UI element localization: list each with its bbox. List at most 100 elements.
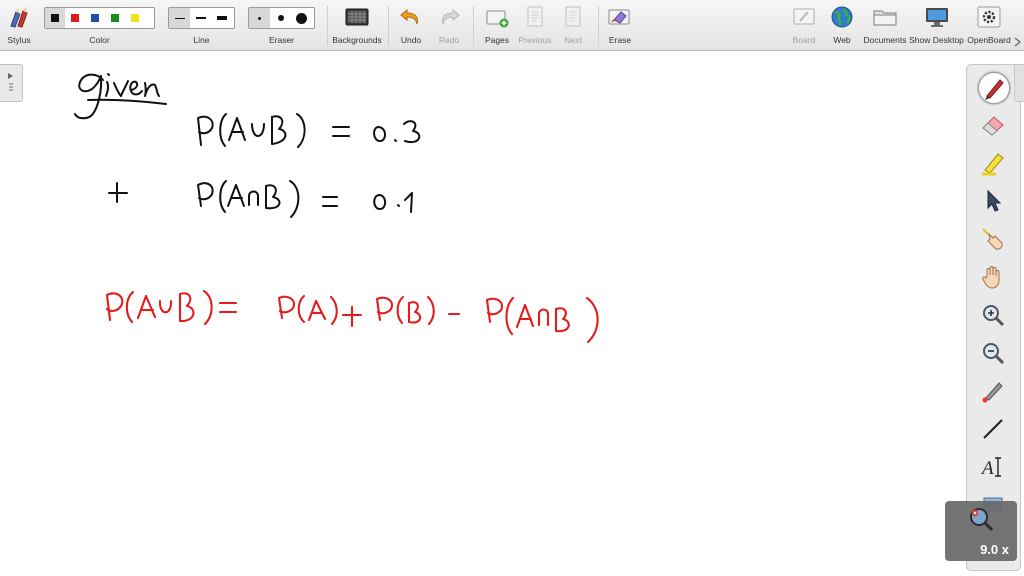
interactor-tool[interactable] [978,224,1008,254]
previous-page-icon [527,6,543,27]
documents-button[interactable]: Documents [862,0,908,50]
undo-label: Undo [400,35,422,45]
whiteboard-canvas[interactable] [0,51,960,576]
pointing-hand-icon [982,228,1003,250]
board-label: Board [792,35,816,45]
stylus-label: Stylus [7,35,31,45]
erase-button[interactable]: Erase [603,0,637,50]
globe-icon [831,6,853,28]
undo-button[interactable]: Undo [395,0,427,50]
line-thin-icon [174,17,185,19]
eraser-group: Eraser [248,0,315,50]
selector-tool[interactable] [978,186,1008,216]
zoom-out-icon [983,343,1005,365]
eraser-size-small[interactable] [249,8,270,28]
eraser-tool[interactable] [978,110,1008,140]
tool-palette: A [966,64,1021,571]
monitor-icon [925,8,948,27]
text-tool[interactable]: A [978,452,1008,482]
redo-label: Redo [438,35,460,45]
stylus-button[interactable]: Stylus [2,0,36,50]
zoom-indicator: 9.0 x [945,501,1017,561]
line-group: Line [168,0,235,50]
documents-label: Documents [863,35,907,45]
highlighter-icon [982,153,1004,176]
stylus-icon [10,7,28,28]
show-desktop-label: Show Desktop [909,35,964,45]
right-panel-handle[interactable] [1014,64,1024,102]
eraser-size-large[interactable] [291,8,312,28]
handwriting-plus [108,182,128,203]
erase-board-icon [608,9,630,25]
top-toolbar: Stylus Color Line Eraser Backgrounds Und… [0,0,1024,51]
color-swatches [44,7,155,29]
eraser-medium-icon [277,15,284,21]
undo-icon [400,8,418,25]
backgrounds-label: Backgrounds [332,35,382,45]
line-width-thin[interactable] [169,8,190,28]
collapse-arrow-icon[interactable] [1013,36,1023,48]
hand-tool[interactable] [978,262,1008,292]
next-page-button[interactable]: Next [555,0,591,50]
swatch-fill-4 [131,14,139,22]
laser-pointer-tool[interactable] [978,376,1008,406]
handwriting-addition-rule [105,289,599,344]
line-width-options [168,7,235,29]
marker-tool[interactable] [978,148,1008,178]
pen-icon [985,79,1004,100]
board-button[interactable]: Board [787,0,821,50]
line-thick-icon [216,16,227,20]
swatch-fill-2 [91,14,99,22]
swatch-fill-0 [51,14,59,22]
show-desktop-button[interactable]: Show Desktop [909,0,964,50]
color-swatch-black[interactable] [45,8,65,28]
color-swatch-blue[interactable] [85,8,105,28]
openboard-label: OpenBoard [967,35,1011,45]
backgrounds-button[interactable]: Backgrounds [330,0,384,50]
color-group: Color [44,0,155,50]
openboard-menu-button[interactable]: OpenBoard [966,0,1012,50]
svg-text:A: A [980,458,994,479]
next-page-icon [565,6,581,27]
swatch-fill-3 [111,14,119,22]
pages-button[interactable]: Pages [479,0,515,50]
web-button[interactable]: Web [825,0,859,50]
eraser-size-medium[interactable] [270,8,291,28]
next-label: Next [564,35,582,45]
toolbar-separator [388,6,389,46]
gear-icon [977,6,1001,28]
line-width-medium[interactable] [190,8,211,28]
color-swatch-yellow[interactable] [125,8,145,28]
zoom-out-tool[interactable] [978,338,1008,368]
eraser-size-options [248,7,315,29]
line-width-thick[interactable] [211,8,232,28]
redo-button[interactable]: Redo [433,0,465,50]
web-label: Web [833,35,851,45]
zoom-in-tool[interactable] [978,300,1008,330]
laser-pointer-icon [982,382,1003,403]
color-swatch-green[interactable] [105,8,125,28]
previous-page-button[interactable]: Previous [517,0,553,50]
toolbar-separator [598,6,599,46]
handwriting-given [74,73,167,120]
toolbar-separator [473,6,474,46]
erase-label: Erase [608,35,632,45]
handwriting-intersection-probability [197,180,413,218]
eraser-icon [982,116,1004,136]
toolbar-separator [327,6,328,46]
add-page-icon [486,10,509,28]
pen-tool[interactable] [978,72,1010,104]
backgrounds-icon [345,8,369,26]
handwriting-union-probability [197,113,421,148]
swatch-fill-1 [71,14,79,22]
eraser-small-icon [258,16,261,20]
redo-icon [442,8,460,25]
folder-icon [873,10,897,26]
zoom-level: 9.0 x [980,542,1009,557]
previous-label: Previous [518,35,552,45]
zoom-magnifier-icon [970,508,994,532]
line-tool[interactable] [978,414,1008,444]
board-icon [793,8,815,25]
color-swatch-red[interactable] [65,8,85,28]
line-icon [983,419,1003,439]
